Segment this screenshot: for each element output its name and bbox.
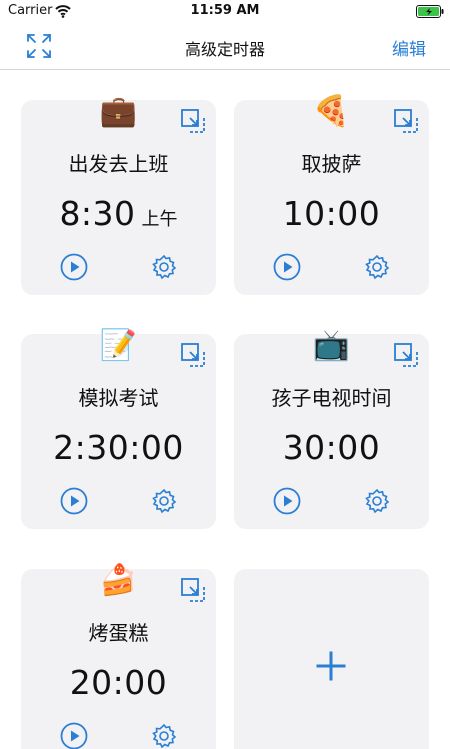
edit-button[interactable]: 编辑: [392, 35, 426, 60]
timer-time: 10:00: [282, 194, 381, 233]
gear-icon[interactable]: [150, 722, 178, 749]
timer-card[interactable]: 🍰 烤蛋糕 20:00: [21, 563, 216, 749]
open-in-window-icon[interactable]: [393, 342, 419, 368]
play-icon[interactable]: [60, 487, 88, 515]
gear-icon[interactable]: [150, 253, 178, 281]
status-bar: Carrier 11:59 AM: [0, 0, 450, 24]
open-in-window-icon[interactable]: [393, 108, 419, 134]
open-in-window-icon[interactable]: [180, 108, 206, 134]
timer-card[interactable]: 🍕 取披萨 10:00: [234, 94, 429, 295]
gear-icon[interactable]: [363, 253, 391, 281]
play-icon[interactable]: [60, 722, 88, 749]
add-timer-card[interactable]: [234, 569, 429, 749]
timer-name: 烤蛋糕: [88, 621, 149, 645]
timer-time: 2:30:00: [53, 428, 184, 467]
plus-icon[interactable]: [316, 651, 346, 681]
timer-time: 8:30 上午: [59, 194, 178, 233]
timer-grid: 💼 出发去上班 8:30 上午 🍕 取披萨 10:00 📝 模拟考试 2:30:…: [0, 70, 450, 749]
timer-card[interactable]: 💼 出发去上班 8:30 上午: [21, 94, 216, 295]
gear-icon[interactable]: [363, 487, 391, 515]
navigation-bar: 高级定时器 编辑: [0, 24, 450, 70]
play-icon[interactable]: [273, 253, 301, 281]
timer-name: 出发去上班: [68, 152, 169, 176]
timer-name: 取披萨: [301, 152, 362, 176]
status-time: 11:59 AM: [190, 3, 260, 18]
timer-name: 模拟考试: [78, 386, 159, 410]
page-title: 高级定时器: [184, 40, 265, 59]
timer-time: 20:00: [69, 663, 168, 702]
timer-time: 30:00: [282, 428, 381, 467]
play-icon[interactable]: [60, 253, 88, 281]
timer-card[interactable]: 📺 孩子电视时间 30:00: [234, 328, 429, 529]
open-in-window-icon[interactable]: [180, 342, 206, 368]
play-icon[interactable]: [273, 487, 301, 515]
gear-icon[interactable]: [150, 487, 178, 515]
battery-icon: [416, 5, 444, 18]
open-in-window-icon[interactable]: [180, 577, 206, 603]
timer-card[interactable]: 📝 模拟考试 2:30:00: [21, 328, 216, 529]
timer-name: 孩子电视时间: [271, 386, 392, 410]
